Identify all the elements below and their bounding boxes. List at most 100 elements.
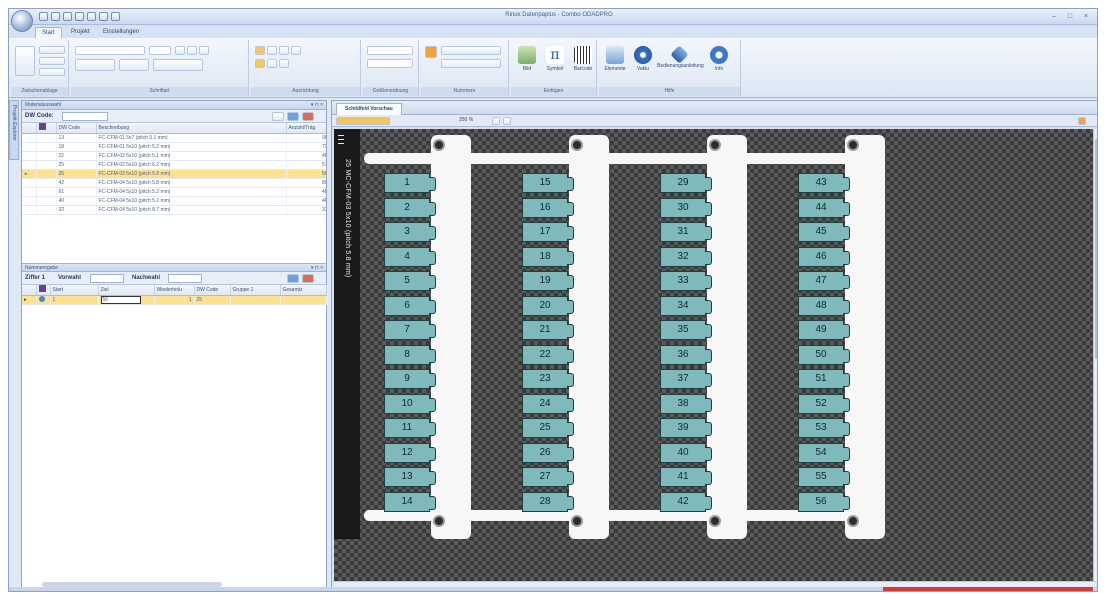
gruppe-cell[interactable] bbox=[230, 295, 281, 305]
insert-barcode-button[interactable]: Barcode bbox=[569, 46, 597, 86]
refresh-button[interactable] bbox=[287, 112, 299, 121]
insert-image-button[interactable]: Bild bbox=[513, 46, 541, 86]
align-top-button[interactable] bbox=[291, 46, 301, 55]
wire-marker[interactable]: 13 bbox=[384, 467, 436, 487]
column-header[interactable]: Beschreibung bbox=[96, 123, 287, 134]
fill-color-button[interactable] bbox=[119, 59, 149, 71]
color-picker-button[interactable] bbox=[75, 59, 115, 71]
material-row[interactable]: 61FC-CFM-04 5x10 (pitch 5.2 mm)48 bbox=[22, 187, 326, 197]
save-icon[interactable] bbox=[39, 12, 48, 21]
tab-projekt[interactable]: Projekt bbox=[65, 27, 96, 38]
paste-button[interactable] bbox=[15, 46, 35, 76]
column-header[interactable]: DW Code bbox=[194, 285, 231, 296]
wire-marker[interactable]: 7 bbox=[384, 320, 436, 340]
copy-button[interactable] bbox=[39, 57, 65, 65]
line-style-button[interactable] bbox=[153, 59, 203, 71]
number-sequence-button[interactable] bbox=[441, 59, 501, 68]
italic-button[interactable] bbox=[187, 46, 197, 55]
wire-marker[interactable]: 55 bbox=[798, 467, 850, 487]
wire-marker[interactable]: 17 bbox=[522, 222, 574, 242]
vertical-scrollbar[interactable] bbox=[1093, 129, 1097, 581]
remove-numbering-button[interactable] bbox=[302, 274, 314, 283]
column-header[interactable]: Start bbox=[50, 285, 99, 296]
wire-marker[interactable]: 12 bbox=[384, 442, 436, 463]
start-cell[interactable]: 1 bbox=[50, 295, 99, 305]
bold-button[interactable] bbox=[175, 46, 185, 55]
wire-marker[interactable]: 3 bbox=[384, 222, 436, 242]
wire-marker[interactable]: 54 bbox=[798, 442, 850, 463]
wire-marker[interactable]: 40 bbox=[660, 442, 712, 463]
number-format-button[interactable] bbox=[441, 46, 501, 55]
wire-marker[interactable]: 33 bbox=[660, 271, 712, 291]
wire-marker[interactable]: 18 bbox=[522, 246, 574, 267]
spacing-select[interactable] bbox=[367, 59, 413, 68]
wire-marker[interactable]: 6 bbox=[384, 295, 436, 316]
apply-numbering-button[interactable] bbox=[287, 274, 299, 283]
wire-marker[interactable]: 37 bbox=[660, 369, 712, 389]
wire-marker[interactable]: 43 bbox=[798, 173, 850, 193]
preview-icon[interactable] bbox=[99, 12, 108, 21]
wire-marker[interactable]: 56 bbox=[798, 491, 850, 512]
wire-marker[interactable]: 1 bbox=[384, 173, 436, 193]
tab-schildfeld-vorschau[interactable]: Schildfeld Vorschau bbox=[336, 103, 402, 115]
size-select[interactable] bbox=[367, 46, 413, 55]
zoom-in-icon[interactable] bbox=[492, 117, 500, 125]
wire-marker[interactable]: 39 bbox=[660, 418, 712, 438]
wire-marker[interactable]: 16 bbox=[522, 197, 574, 218]
font-family-select[interactable] bbox=[75, 46, 145, 55]
zoom-level[interactable]: 250 % bbox=[459, 117, 473, 123]
wire-marker[interactable]: 32 bbox=[660, 246, 712, 267]
ziel-cell[interactable]: 56 bbox=[98, 295, 155, 305]
panel-pin-icon[interactable]: ▾ ⊓ × bbox=[311, 101, 323, 110]
wire-marker[interactable]: 47 bbox=[798, 271, 850, 291]
wire-marker[interactable]: 36 bbox=[660, 344, 712, 365]
wire-marker[interactable]: 26 bbox=[522, 442, 574, 463]
tab-start[interactable]: Start bbox=[35, 27, 62, 38]
application-menu-button[interactable] bbox=[11, 10, 33, 32]
wire-marker[interactable]: 11 bbox=[384, 418, 436, 438]
column-header[interactable]: Gesamtz bbox=[280, 285, 327, 296]
material-row[interactable]: 40FC-CFM-04 5x10 (pitch 5.2 mm)48 bbox=[22, 196, 326, 206]
wire-marker[interactable]: 48 bbox=[798, 295, 850, 316]
wire-marker[interactable]: 24 bbox=[522, 393, 574, 414]
wire-marker[interactable]: 9 bbox=[384, 369, 436, 389]
wire-marker[interactable]: 8 bbox=[384, 344, 436, 365]
column-header[interactable]: Wiederholu bbox=[154, 285, 195, 296]
wire-marker[interactable]: 14 bbox=[384, 491, 436, 512]
material-row[interactable]: 13FC-CFM-01 5x7 (pitch 5.1 mm)96 bbox=[22, 133, 326, 143]
filter-clear-button[interactable] bbox=[272, 112, 284, 121]
wire-marker[interactable]: 42 bbox=[660, 491, 712, 512]
cut-button[interactable] bbox=[39, 46, 65, 54]
wire-marker[interactable]: 45 bbox=[798, 222, 850, 242]
column-header[interactable]: Anzahl/Träg bbox=[286, 123, 326, 134]
vorwahl-input[interactable] bbox=[90, 274, 124, 283]
dw-code-cell[interactable]: 25 bbox=[194, 295, 231, 305]
wire-marker[interactable]: 22 bbox=[522, 344, 574, 365]
numbering-icon[interactable] bbox=[425, 46, 437, 58]
wire-marker[interactable]: 53 bbox=[798, 418, 850, 438]
material-row[interactable]: 22FC-CFM-02 5x10 (pitch 5.1 mm)48 bbox=[22, 151, 326, 161]
material-row[interactable]: ◂ 25FC-CFM-03 5x10 (pitch 5.8 mm)56 bbox=[22, 169, 326, 179]
wire-marker[interactable]: 49 bbox=[798, 320, 850, 340]
close-icon[interactable]: × bbox=[1079, 11, 1093, 22]
minimize-icon[interactable]: – bbox=[1047, 11, 1061, 22]
valign-middle-button[interactable] bbox=[267, 59, 277, 68]
insert-symbol-button[interactable]: π Symbol bbox=[541, 46, 569, 86]
align-center-button[interactable] bbox=[267, 46, 277, 55]
wire-marker[interactable]: 51 bbox=[798, 369, 850, 389]
dw-code-filter[interactable] bbox=[62, 112, 108, 121]
wire-marker[interactable]: 46 bbox=[798, 246, 850, 267]
wire-marker[interactable]: 19 bbox=[522, 271, 574, 291]
label-canvas[interactable]: 25 MC-CFM-03 5x10 (pitch 5.8 mm) 1234567… bbox=[334, 129, 1096, 581]
export-icon[interactable] bbox=[111, 12, 120, 21]
material-row[interactable]: 32FC-CFM-04 5x10 (pitch 8.7 mm)32 bbox=[22, 205, 326, 215]
material-row[interactable]: 42FC-CFM-04 5x10 (pitch 5.8 mm)80 bbox=[22, 178, 326, 188]
valign-bottom-button[interactable] bbox=[279, 59, 289, 68]
redo-icon[interactable] bbox=[63, 12, 72, 21]
column-header[interactable]: Gruppe 1 bbox=[230, 285, 281, 296]
manual-button[interactable]: Bedienungsanleitung bbox=[657, 45, 704, 86]
wire-marker[interactable]: 15 bbox=[522, 173, 574, 193]
warning-icon[interactable] bbox=[1078, 117, 1086, 125]
column-header[interactable]: Ziel bbox=[98, 285, 155, 296]
numbering-row[interactable]: ▸ 1 56 1 25 bbox=[22, 295, 327, 305]
